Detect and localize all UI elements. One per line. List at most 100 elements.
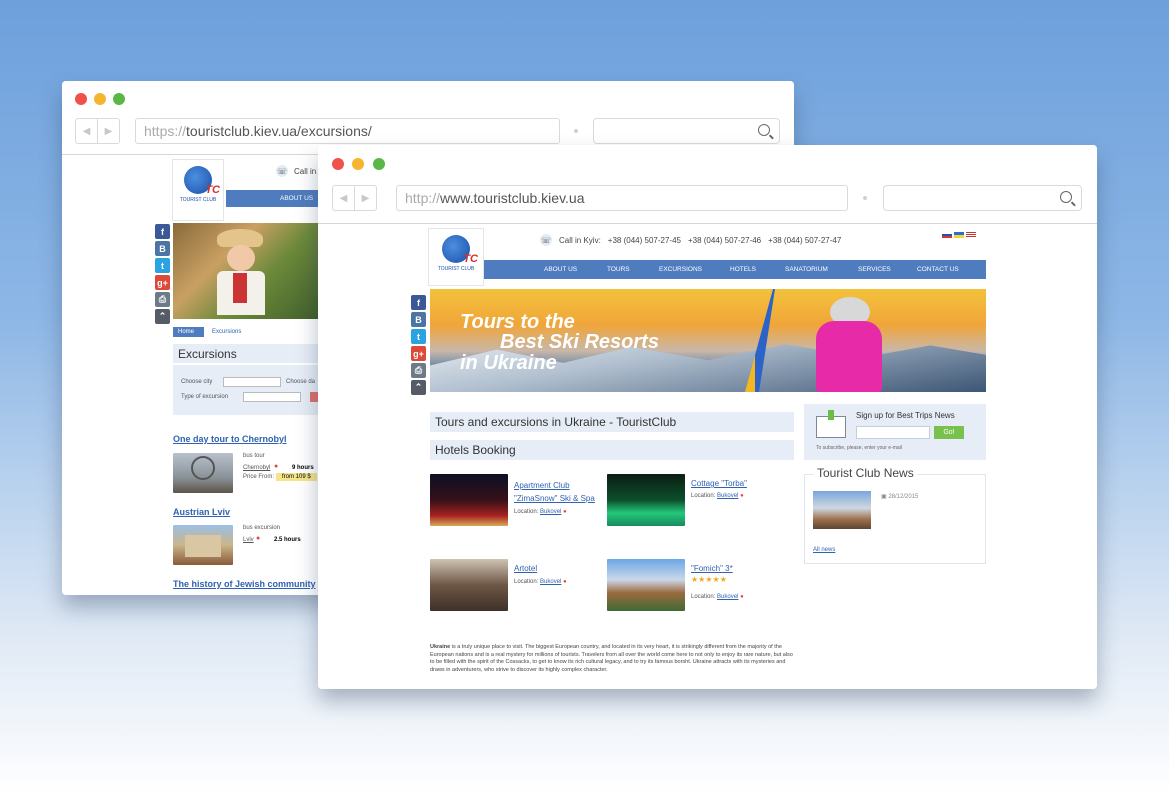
nav-buttons: ◀ ▶ — [332, 185, 377, 211]
type-select[interactable] — [243, 392, 301, 402]
location-pin-icon: ● — [274, 463, 279, 470]
hotel-name-fomich[interactable]: "Fomich" 3* — [691, 564, 733, 573]
location-link[interactable]: Bukovel — [717, 493, 738, 499]
address-bar[interactable]: http:// www.touristclub.kiev.ua — [396, 185, 848, 211]
scroll-up-icon[interactable]: ⌃ — [155, 309, 170, 324]
about-lead: Ukraine — [430, 644, 451, 650]
news-date-text: 28/12/2015 — [888, 494, 919, 500]
twitter-icon[interactable]: t — [155, 258, 170, 273]
location-label: Location: — [691, 493, 716, 499]
browser-window-front[interactable]: ◀ ▶ http:// www.touristclub.kiev.ua TOUR… — [318, 145, 1097, 689]
hotel-photo-artotel[interactable] — [430, 559, 508, 611]
phone-number[interactable]: +38 (044) 507-27-47 — [768, 236, 841, 245]
vk-icon[interactable]: B — [155, 241, 170, 256]
date-label: Choose da — [286, 379, 316, 385]
tour-city-lviv[interactable]: Lviv — [243, 537, 254, 543]
hotel-photo-zimasnow[interactable] — [430, 474, 508, 526]
hero-banner[interactable]: Tours to the Best Ski Resorts in Ukraine — [430, 289, 986, 392]
main-menu: ABOUT US — [226, 190, 321, 207]
forward-arrow-icon[interactable]: ▶ — [355, 186, 376, 210]
city-label: Choose city — [181, 379, 213, 385]
tour-title-lviv[interactable]: Austrian Lviv — [173, 507, 230, 517]
hotel-location: Location: Bukovel ● — [691, 594, 744, 600]
separator-dot — [574, 129, 578, 133]
facebook-icon[interactable]: f — [155, 224, 170, 239]
close-dot[interactable] — [75, 93, 87, 105]
back-arrow-icon[interactable]: ◀ — [76, 119, 98, 143]
hotel-name-zimasnow[interactable]: Apartment Club "ZimaSnow" Ski & Spa — [514, 479, 604, 505]
facebook-icon[interactable]: f — [411, 295, 426, 310]
menu-sanatorium[interactable]: SANATORIUM — [785, 266, 858, 273]
hotel-photo-torba[interactable] — [607, 474, 685, 526]
subscribe-button[interactable]: Go! — [934, 426, 964, 439]
flag-ua-icon[interactable] — [954, 232, 964, 238]
hotel-photo-fomich[interactable] — [607, 559, 685, 611]
browser-toolbar-front: ◀ ▶ http:// www.touristclub.kiev.ua — [318, 145, 1097, 224]
logo-text: TOURIST CLUB — [437, 266, 475, 272]
download-arrow-icon — [828, 410, 834, 420]
news-photo[interactable] — [813, 491, 871, 529]
price-label: Price From: — [243, 474, 275, 480]
minimize-dot[interactable] — [352, 158, 364, 170]
print-icon[interactable]: ⎙ — [155, 292, 170, 307]
language-flags — [940, 232, 976, 238]
menu-excursions[interactable]: EXCURSIONS — [659, 266, 730, 273]
site-logo[interactable]: TOURIST CLUB — [172, 159, 224, 221]
tour-photo-lviv[interactable] — [173, 525, 233, 565]
tour-photo-chernobyl[interactable] — [173, 453, 233, 493]
city-select[interactable] — [223, 377, 281, 387]
forward-arrow-icon[interactable]: ▶ — [98, 119, 119, 143]
newsletter-title: Sign up for Best Trips News — [856, 411, 955, 420]
globe-logo-icon — [442, 235, 478, 265]
banner-line3: in Ukraine — [460, 352, 557, 374]
call-info: ☏ Call in — [276, 165, 316, 177]
search-icon[interactable] — [1060, 191, 1072, 203]
maximize-dot[interactable] — [113, 93, 125, 105]
back-arrow-icon[interactable]: ◀ — [333, 186, 355, 210]
tour-title-chernobyl[interactable]: One day tour to Chernobyl — [173, 434, 287, 444]
site-logo[interactable]: TOURIST CLUB — [428, 228, 484, 286]
menu-services[interactable]: SERVICES — [858, 266, 917, 273]
flag-ru-icon[interactable] — [942, 232, 952, 238]
flag-us-icon[interactable] — [966, 232, 976, 238]
hotel-stars: ★★★★★ — [691, 575, 727, 584]
scroll-up-icon[interactable]: ⌃ — [411, 380, 426, 395]
address-bar[interactable]: https:// touristclub.kiev.ua/excursions/ — [135, 118, 560, 144]
menu-about[interactable]: ABOUT US — [544, 266, 607, 273]
phone-number[interactable]: +38 (044) 507-27-46 — [688, 236, 761, 245]
all-news-link[interactable]: All news — [813, 547, 835, 553]
phone-number[interactable]: +38 (044) 507-27-45 — [608, 236, 681, 245]
search-bar[interactable] — [883, 185, 1082, 211]
globe-logo-icon — [184, 166, 220, 196]
search-bar[interactable] — [593, 118, 780, 144]
menu-hotels[interactable]: HOTELS — [730, 266, 785, 273]
menu-tours[interactable]: TOURS — [607, 266, 659, 273]
twitter-icon[interactable]: t — [411, 329, 426, 344]
url-protocol: https:// — [144, 123, 187, 139]
menu-contact[interactable]: CONTACT US — [917, 266, 959, 273]
location-link[interactable]: Bukovel — [540, 509, 561, 515]
minimize-dot[interactable] — [94, 93, 106, 105]
tour-duration-lviv: 2.5 hours — [274, 537, 301, 543]
location-link[interactable]: Bukovel — [717, 594, 738, 600]
google-plus-icon[interactable]: g+ — [155, 275, 170, 290]
google-plus-icon[interactable]: g+ — [411, 346, 426, 361]
print-icon[interactable]: ⎙ — [411, 363, 426, 378]
ferris-wheel-icon — [191, 456, 215, 480]
tour-city-link[interactable]: Chernobyl — [243, 465, 270, 471]
vk-icon[interactable]: B — [411, 312, 426, 327]
location-link[interactable]: Bukovel — [540, 579, 561, 585]
hotel-name-torba[interactable]: Cottage "Torba" — [691, 479, 747, 488]
building-shape — [185, 535, 221, 557]
menu-about[interactable]: ABOUT US — [280, 195, 313, 202]
search-icon[interactable] — [758, 124, 770, 136]
location-pin-icon: ● — [740, 493, 744, 499]
maximize-dot[interactable] — [373, 158, 385, 170]
call-label: Call in Kyiv: — [559, 235, 601, 245]
close-dot[interactable] — [332, 158, 344, 170]
hotel-location: Location: Bukovel ● — [691, 493, 744, 499]
hotel-name-artotel[interactable]: Artotel — [514, 564, 537, 573]
tour-title-jewish[interactable]: The history of Jewish community — [173, 579, 316, 589]
email-input[interactable] — [856, 426, 930, 439]
breadcrumb-home[interactable]: Home — [173, 327, 205, 337]
